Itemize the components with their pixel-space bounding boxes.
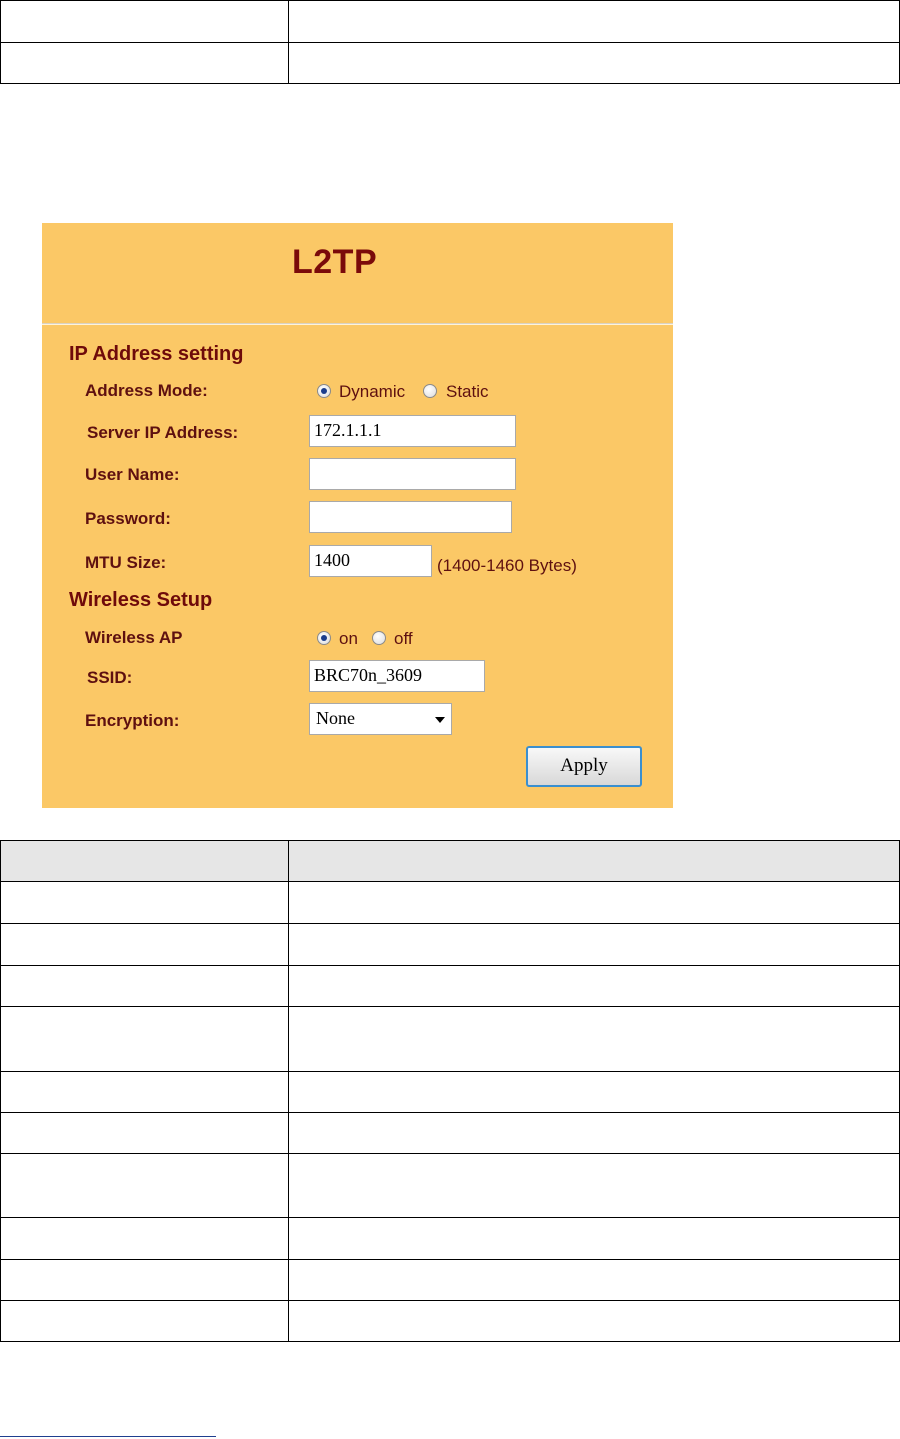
table-cell [288, 1300, 900, 1342]
table-cell [0, 1217, 289, 1260]
table-cell [0, 1071, 289, 1113]
wireless-ap-on-label[interactable]: on [339, 629, 358, 649]
title-divider [42, 323, 673, 325]
wireless-ap-off-radio[interactable] [372, 631, 386, 645]
table-cell [288, 881, 900, 924]
ssid-label: SSID: [87, 668, 133, 687]
document-table-bottom [0, 840, 900, 1342]
table-cell [0, 965, 289, 1007]
wireless-ap-label: Wireless AP [85, 628, 183, 647]
wireless-setup-section-heading: Wireless Setup [69, 589, 213, 611]
table-header-cell [0, 840, 289, 882]
table-cell [0, 881, 289, 924]
table-cell [288, 1259, 900, 1301]
mtu-size-input[interactable]: 1400 [309, 545, 432, 577]
table-cell [0, 1153, 289, 1218]
table-cell [0, 923, 289, 966]
address-mode-dynamic-radio[interactable] [317, 384, 331, 398]
wireless-ap-off-label[interactable]: off [394, 629, 413, 649]
password-input[interactable] [309, 501, 512, 533]
user-name-input[interactable] [309, 458, 516, 490]
table-cell [288, 1217, 900, 1260]
address-mode-static-label[interactable]: Static [446, 382, 489, 402]
panel-title: L2TP [292, 243, 378, 281]
ssid-input[interactable]: BRC70n_3609 [309, 660, 485, 692]
table-cell [0, 1112, 289, 1154]
table-header-cell [288, 840, 900, 882]
table-cell [288, 42, 900, 84]
table-cell [0, 1259, 289, 1301]
chevron-down-icon [435, 717, 445, 723]
encryption-select[interactable]: None [309, 703, 452, 735]
wireless-ap-on-radio[interactable] [317, 631, 331, 645]
address-mode-dynamic-label[interactable]: Dynamic [339, 382, 405, 402]
table-cell [0, 1300, 289, 1342]
table-cell [288, 1112, 900, 1154]
mtu-range-hint: (1400-1460 Bytes) [437, 556, 577, 575]
document-table-top [0, 0, 900, 84]
table-cell [0, 42, 289, 84]
encryption-selected-value: None [316, 708, 355, 728]
user-name-label: User Name: [85, 465, 180, 484]
table-cell [288, 1006, 900, 1072]
server-ip-label: Server IP Address: [87, 423, 239, 442]
password-label: Password: [85, 509, 171, 528]
table-cell [0, 1006, 289, 1072]
table-cell [288, 1071, 900, 1113]
table-cell [288, 1153, 900, 1218]
mtu-size-label: MTU Size: [85, 553, 167, 572]
apply-button[interactable]: Apply [526, 746, 642, 787]
server-ip-input[interactable]: 172.1.1.1 [309, 415, 516, 447]
address-mode-label: Address Mode: [85, 381, 208, 400]
table-cell [288, 0, 900, 43]
l2tp-settings-panel: L2TP IP Address setting Address Mode: Dy… [42, 223, 673, 808]
footnote-separator-line [0, 1436, 216, 1437]
table-cell [288, 965, 900, 1007]
table-cell [0, 0, 289, 43]
ip-address-section-heading: IP Address setting [69, 343, 244, 365]
table-cell [288, 923, 900, 966]
encryption-label: Encryption: [85, 711, 180, 730]
address-mode-static-radio[interactable] [423, 384, 437, 398]
